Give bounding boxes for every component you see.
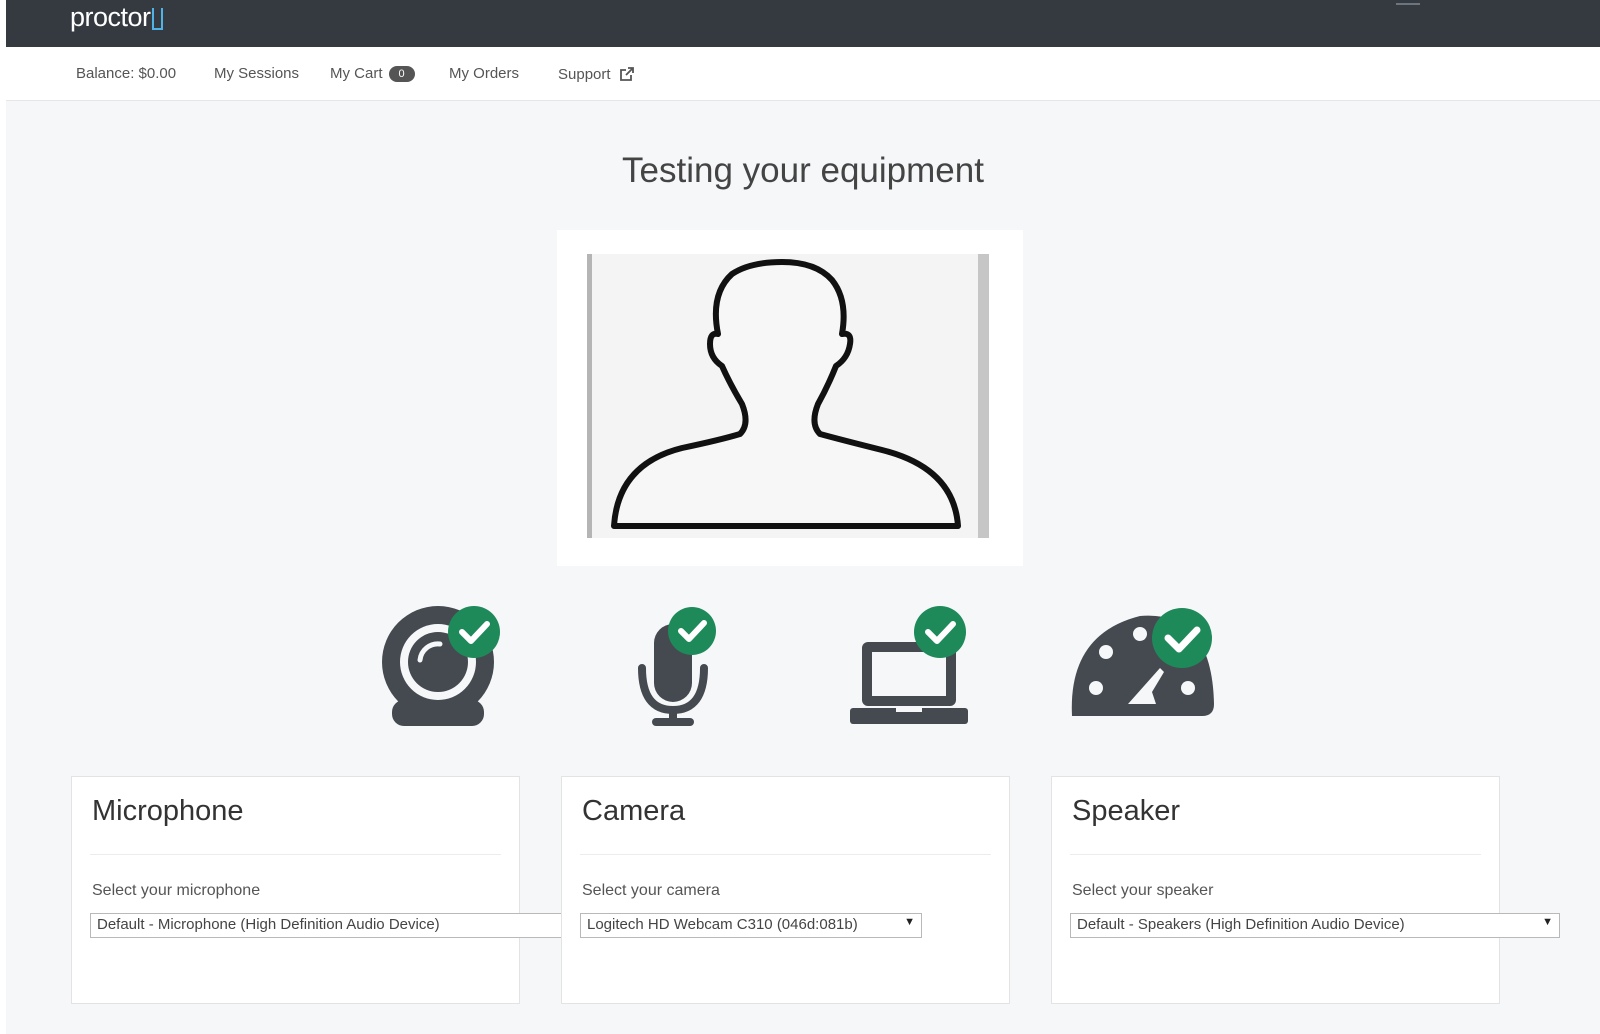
window-minimize-icon[interactable]: [1396, 3, 1420, 5]
microphone-select-label: Select your microphone: [92, 882, 261, 899]
microphone-select[interactable]: Default - Microphone (High Definition Au…: [90, 913, 590, 938]
camera-select-label: Select your camera: [582, 882, 720, 899]
divider: [1070, 854, 1481, 855]
speaker-select[interactable]: Default - Speakers (High Definition Audi…: [1070, 913, 1560, 938]
chevron-down-icon: ▼: [904, 916, 915, 928]
balance-text: Balance: $0.00: [76, 65, 177, 82]
nav-support[interactable]: Support: [558, 65, 636, 83]
microphone-card-title: Microphone: [92, 795, 244, 827]
user-silhouette-icon: [611, 259, 961, 529]
sub-navigation: Balance: $0.00 My Sessions My Cart 0 My …: [6, 47, 1600, 101]
nav-my-sessions[interactable]: My Sessions: [214, 65, 299, 82]
laptop-check-icon: [914, 606, 966, 658]
page-title: Testing your equipment: [622, 151, 984, 190]
microphone-icon: [638, 607, 716, 726]
microphone-check-icon: [668, 607, 716, 655]
speaker-select-value: Default - Speakers (High Definition Audi…: [1077, 916, 1405, 933]
external-link-icon: [619, 67, 634, 81]
nav-support-label: Support: [558, 65, 611, 83]
logo-text: proctor: [70, 2, 151, 32]
proctoru-logo[interactable]: proctor: [70, 2, 163, 33]
logo-u-mark: [151, 8, 163, 30]
webcam-icon: [382, 606, 500, 726]
webcam-check-icon: [448, 606, 500, 658]
camera-card: Camera Select your camera Logitech HD We…: [561, 776, 1010, 1004]
nav-my-cart[interactable]: My Cart 0: [330, 65, 415, 82]
laptop-icon: [850, 606, 968, 724]
speedometer-check-icon: [1152, 608, 1212, 668]
cart-count-badge: 0: [388, 65, 415, 82]
top-bar: proctor: [6, 0, 1600, 47]
speedometer-icon: [1071, 608, 1214, 716]
chevron-down-icon: ▼: [1542, 916, 1553, 928]
camera-card-title: Camera: [582, 795, 686, 827]
camera-select-value: Logitech HD Webcam C310 (046d:081b): [587, 916, 858, 933]
nav-my-orders[interactable]: My Orders: [449, 65, 519, 82]
page-frame: proctor Balance: $0.00 My Sessions My Ca…: [6, 0, 1600, 1034]
microphone-select-value: Default - Microphone (High Definition Au…: [97, 916, 440, 933]
divider: [90, 854, 501, 855]
camera-select[interactable]: Logitech HD Webcam C310 (046d:081b) ▼: [580, 913, 922, 938]
speaker-select-label: Select your speaker: [1072, 882, 1214, 899]
speaker-card: Speaker Select your speaker Default - Sp…: [1051, 776, 1560, 1004]
microphone-card: Microphone Select your microphone Defaul…: [71, 776, 590, 1004]
video-frame: [587, 254, 989, 538]
nav-my-cart-label: My Cart: [330, 65, 383, 82]
speaker-card-title: Speaker: [1072, 795, 1181, 827]
camera-preview: [557, 230, 1023, 566]
divider: [580, 854, 991, 855]
